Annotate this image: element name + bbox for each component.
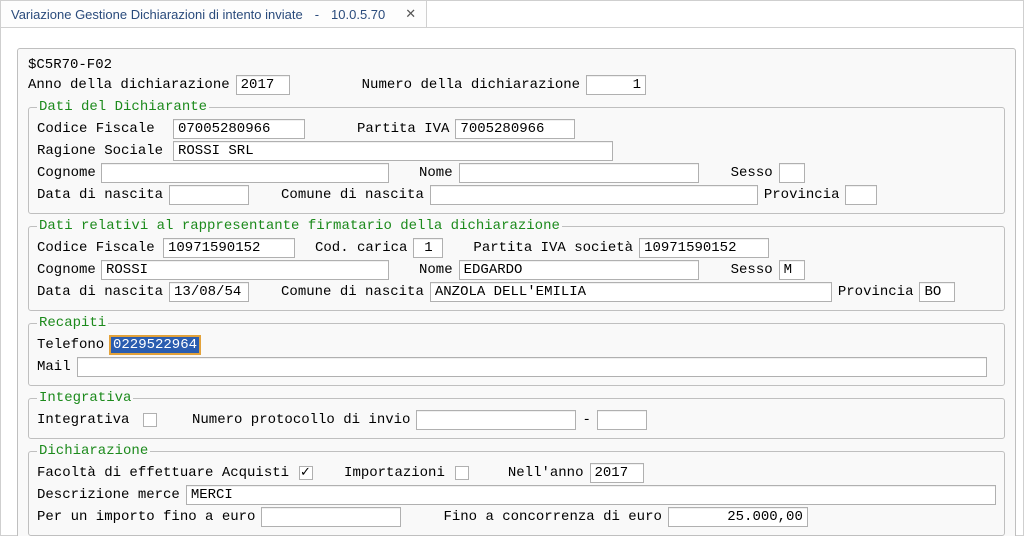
protocollo-label: Numero protocollo di invio [192,412,410,428]
importo-label: Per un importo fino a euro [37,509,255,525]
dich-comune-label: Comune di nascita [281,187,424,203]
close-icon[interactable]: ✕ [405,6,416,22]
rapp-cognome-field[interactable] [101,260,389,280]
nellanno-label: Nell'anno [508,465,584,481]
section-integrativa: Integrativa Integrativa Numero protocoll… [28,390,1005,439]
importazioni-label: Importazioni [344,465,445,481]
numero-label: Numero della dichiarazione [362,77,580,93]
rapp-prov-field[interactable] [919,282,955,302]
dich-cognome-field[interactable] [101,163,389,183]
dich-cf-field[interactable] [173,119,305,139]
dich-sesso-label: Sesso [731,165,773,181]
protocollo1-field[interactable] [416,410,576,430]
rapp-cf-field[interactable] [163,238,295,258]
rapp-codcarica-label: Cod. carica [315,240,407,256]
tab-main[interactable]: Variazione Gestione Dichiarazioni di int… [1,1,427,27]
form-code: $C5R70-F02 [28,57,112,73]
dich-cognome-label: Cognome [37,165,95,181]
rapp-comune-label: Comune di nascita [281,284,424,300]
anno-label: Anno della dichiarazione [28,77,230,93]
tab-title: Variazione Gestione Dichiarazioni di int… [11,7,303,22]
rapp-cognome-label: Cognome [37,262,95,278]
protocollo2-field[interactable] [597,410,647,430]
tel-label: Telefono [37,337,103,353]
dich-prov-label: Provincia [764,187,840,203]
section-dichiarazione: Dichiarazione Facoltà di effettuare Acqu… [28,443,1005,536]
tab-bar: Variazione Gestione Dichiarazioni di int… [1,1,1023,28]
rapp-comune-field[interactable] [430,282,832,302]
dich-cf-label: Codice Fiscale [37,121,167,137]
mail-label: Mail [37,359,71,375]
client-area: $C5R70-F02 Anno della dichiarazione Nume… [1,28,1023,536]
rapp-piva-field[interactable] [639,238,769,258]
rapp-codcarica-field[interactable] [413,238,443,258]
section-rappresentante: Dati relativi al rappresentante firmatar… [28,218,1005,311]
numero-field[interactable] [586,75,646,95]
section-dichiarante-legend: Dati del Dichiarante [37,99,209,115]
dich-nome-field[interactable] [459,163,699,183]
importo-field[interactable] [261,507,401,527]
dich-piva-label: Partita IVA [357,121,449,137]
section-recapiti: Recapiti Telefono Mail [28,315,1005,386]
dich-prov-field[interactable] [845,185,877,205]
rapp-dn-field[interactable] [169,282,249,302]
dich-sesso-field[interactable] [779,163,805,183]
section-dichiarante: Dati del Dichiarante Codice Fiscale Part… [28,99,1005,214]
concorrenza-label: Fino a concorrenza di euro [443,509,661,525]
dich-nome-label: Nome [419,165,453,181]
anno-field[interactable] [236,75,290,95]
dich-dn-field[interactable] [169,185,249,205]
rapp-dn-label: Data di nascita [37,284,163,300]
descr-field[interactable] [186,485,996,505]
acquisti-checkbox[interactable] [299,466,313,480]
nellanno-field[interactable] [590,463,644,483]
rapp-piva-label: Partita IVA società [473,240,633,256]
descr-label: Descrizione merce [37,487,180,503]
facolta-label: Facoltà di effettuare Acquisti [37,465,289,481]
rapp-sesso-field[interactable] [779,260,805,280]
rapp-nome-field[interactable] [459,260,699,280]
mail-field[interactable] [77,357,987,377]
integrativa-checkbox[interactable] [143,413,157,427]
rapp-cf-label: Codice Fiscale [37,240,157,256]
section-recapiti-legend: Recapiti [37,315,108,331]
rapp-prov-label: Provincia [838,284,914,300]
protocollo-dash: - [582,412,590,428]
rapp-nome-label: Nome [419,262,453,278]
concorrenza-field[interactable] [668,507,808,527]
integrativa-label: Integrativa [37,412,133,428]
section-integrativa-legend: Integrativa [37,390,133,406]
tab-separator: - [315,7,319,22]
dich-ragione-field[interactable] [173,141,613,161]
section-dichiarazione-legend: Dichiarazione [37,443,150,459]
dich-comune-field[interactable] [430,185,758,205]
section-rappresentante-legend: Dati relativi al rappresentante firmatar… [37,218,562,234]
tab-version: 10.0.5.70 [331,7,385,22]
dich-dn-label: Data di nascita [37,187,163,203]
form-panel: $C5R70-F02 Anno della dichiarazione Nume… [17,48,1016,536]
importazioni-checkbox[interactable] [455,466,469,480]
dich-piva-field[interactable] [455,119,575,139]
tel-field-wrapper [109,335,201,355]
rapp-sesso-label: Sesso [731,262,773,278]
app-window: Variazione Gestione Dichiarazioni di int… [0,0,1024,536]
dich-ragione-label: Ragione Sociale [37,143,167,159]
tel-field[interactable] [111,337,199,353]
